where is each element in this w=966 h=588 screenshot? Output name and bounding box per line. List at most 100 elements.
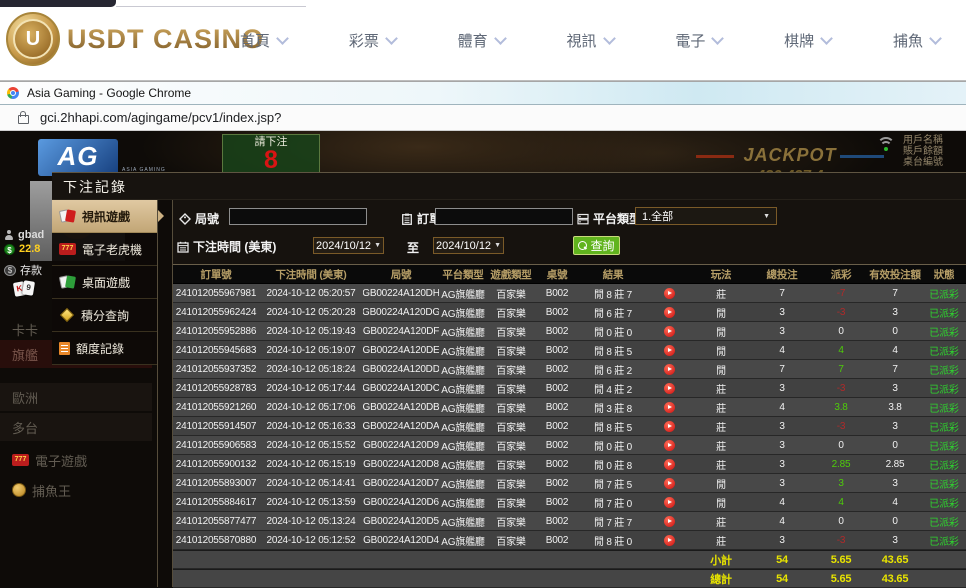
search-button[interactable]: 查詢 <box>573 236 620 255</box>
cell-order: 241012055877477 <box>173 516 259 527</box>
cell-table-no: B002 <box>535 497 579 508</box>
cell-play-type: 閒 <box>691 343 751 358</box>
cell-game-type: 百家樂 <box>487 495 535 510</box>
sidebar-item-額度記錄[interactable]: 額度記錄 <box>52 332 157 365</box>
play-video-button[interactable] <box>664 288 675 299</box>
chevron-down-icon <box>276 32 289 45</box>
nav-item-首頁[interactable]: 首頁 <box>240 30 287 51</box>
nav-item-棋牌[interactable]: 棋牌 <box>784 30 831 51</box>
nav-item-視訊[interactable]: 視訊 <box>566 30 613 51</box>
chrome-urlbar[interactable]: gci.2hhapi.com/agingame/pcv1/index.jsp? <box>0 105 966 131</box>
search-button-label: 查詢 <box>590 237 614 254</box>
main-nav: 首頁 彩票 體育 視訊 電子 棋牌 捕魚 <box>240 0 940 81</box>
play-video-button[interactable] <box>664 478 675 489</box>
bg-menu-label: 卡卡 <box>12 320 38 339</box>
cell-order: 241012055914507 <box>173 421 259 432</box>
dropdown-arrow-icon: ▼ <box>494 242 501 249</box>
cell-payout: -3 <box>813 421 869 432</box>
nav-item-捕魚[interactable]: 捕魚 <box>893 30 940 51</box>
cell-status: 已派彩 <box>921 495 966 510</box>
header-valid-bet: 有效投注額 <box>869 267 921 282</box>
play-video-button[interactable] <box>664 326 675 337</box>
cell-status: 已派彩 <box>921 457 966 472</box>
play-video-button[interactable] <box>664 307 675 318</box>
play-video-button[interactable] <box>664 345 675 356</box>
play-video-button[interactable] <box>664 440 675 451</box>
play-video-button[interactable] <box>664 459 675 470</box>
cell-total-bet: 4 <box>751 402 813 413</box>
header-order: 訂單號 <box>173 267 259 282</box>
header-payout: 派彩 <box>813 267 869 282</box>
cell-valid-bet: 3 <box>869 307 921 318</box>
cell-payout: 0 <box>813 440 869 451</box>
cell-bet-time: 2024-10-12 05:15:52 <box>259 440 363 451</box>
cell-payout: -3 <box>813 383 869 394</box>
sidebar-item-label: 桌面遊戲 <box>82 274 130 291</box>
table-row: 2410120559001322024-10-12 05:15:19GB0022… <box>173 455 966 474</box>
chrome-titlebar[interactable]: Asia Gaming - Google Chrome <box>0 81 966 105</box>
cell-total-bet: 4 <box>751 497 813 508</box>
cell-game-type: 百家樂 <box>487 533 535 548</box>
diamond-icon <box>60 308 74 322</box>
deposit-icon: $ <box>4 265 16 276</box>
cell-valid-bet: 7 <box>869 364 921 375</box>
play-video-button[interactable] <box>664 421 675 432</box>
cell-order: 241012055952886 <box>173 326 259 337</box>
date-from-select[interactable]: 2024/10/12 ▼ <box>313 237 384 254</box>
nav-item-電子[interactable]: 電子 <box>675 30 722 51</box>
browser-tab[interactable] <box>0 0 116 7</box>
cell-play-video <box>647 516 691 527</box>
cell-round: GB00224A120DG <box>363 307 439 318</box>
nav-item-label: 棋牌 <box>784 30 814 51</box>
cell-total-bet: 3 <box>751 535 813 546</box>
date-range-to-label: 至 <box>407 239 419 256</box>
sidebar-item-視訊遊戲[interactable]: 視訊遊戲 <box>52 200 157 233</box>
sidebar-item-電子老虎機[interactable]: 777電子老虎機 <box>52 233 157 266</box>
cell-play-type: 莊 <box>691 286 751 301</box>
bet-countdown-number: 8 <box>223 149 319 171</box>
play-video-button[interactable] <box>664 497 675 508</box>
cell-valid-bet: 3 <box>869 421 921 432</box>
cell-round: GB00224A120D9 <box>363 440 439 451</box>
nav-item-label: 首頁 <box>240 30 270 51</box>
play-video-button[interactable] <box>664 516 675 527</box>
cell-valid-bet: 0 <box>869 440 921 451</box>
sidebar-item-桌面遊戲[interactable]: 桌面遊戲 <box>52 266 157 299</box>
date-to-select[interactable]: 2024/10/12 ▼ <box>433 237 504 254</box>
cell-total-bet: 3 <box>751 421 813 432</box>
cell-total-bet: 3 <box>751 478 813 489</box>
account-info-rows: 用戶名稱賬戶餘額桌台編號 <box>903 135 943 168</box>
lock-icon <box>18 115 29 124</box>
deposit-button[interactable]: $ 存款 <box>4 262 42 278</box>
cell-play-video <box>647 345 691 356</box>
cell-game-type: 百家樂 <box>487 324 535 339</box>
play-video-button[interactable] <box>664 364 675 375</box>
cell-valid-bet: 43.65 <box>869 554 921 566</box>
round-filter-label: 局號 <box>179 210 219 227</box>
cell-total-bet: 54 <box>751 554 813 566</box>
nav-item-彩票[interactable]: 彩票 <box>349 30 396 51</box>
jackpot-label: JACKPOT <box>700 145 880 166</box>
play-video-button[interactable] <box>664 383 675 394</box>
cell-result: 閒 8 莊 0 <box>579 533 647 548</box>
platform-select[interactable]: 1.全部 ▼ <box>635 207 777 225</box>
site-logo[interactable]: U USDT CASINO <box>6 12 264 66</box>
sidebar-item-label: 額度記錄 <box>76 340 124 357</box>
table-header-row: 訂單號下注時間 (美東)局號平台類型遊戲類型桌號結果玩法總投注派彩有效投注額狀態 <box>173 265 966 284</box>
order-input[interactable] <box>435 208 573 225</box>
table-row: 2410120558846172024-10-12 05:13:59GB0022… <box>173 493 966 512</box>
play-video-button[interactable] <box>664 535 675 546</box>
cell-play-type: 莊 <box>691 514 751 529</box>
cell-play-video <box>647 440 691 451</box>
table-row: 2410120559624242024-10-12 05:20:28GB0022… <box>173 303 966 322</box>
chevron-down-icon <box>494 32 507 45</box>
cell-game-type: 百家樂 <box>487 476 535 491</box>
nav-item-體育[interactable]: 體育 <box>458 30 505 51</box>
magnifier-icon <box>578 241 587 250</box>
cell-payout: 0 <box>813 516 869 527</box>
round-input[interactable] <box>229 208 367 225</box>
sidebar-item-積分查詢[interactable]: 積分查詢 <box>52 299 157 332</box>
cell-result: 閒 8 莊 5 <box>579 343 647 358</box>
play-video-button[interactable] <box>664 402 675 413</box>
coin-logo-icon: U <box>6 12 60 66</box>
